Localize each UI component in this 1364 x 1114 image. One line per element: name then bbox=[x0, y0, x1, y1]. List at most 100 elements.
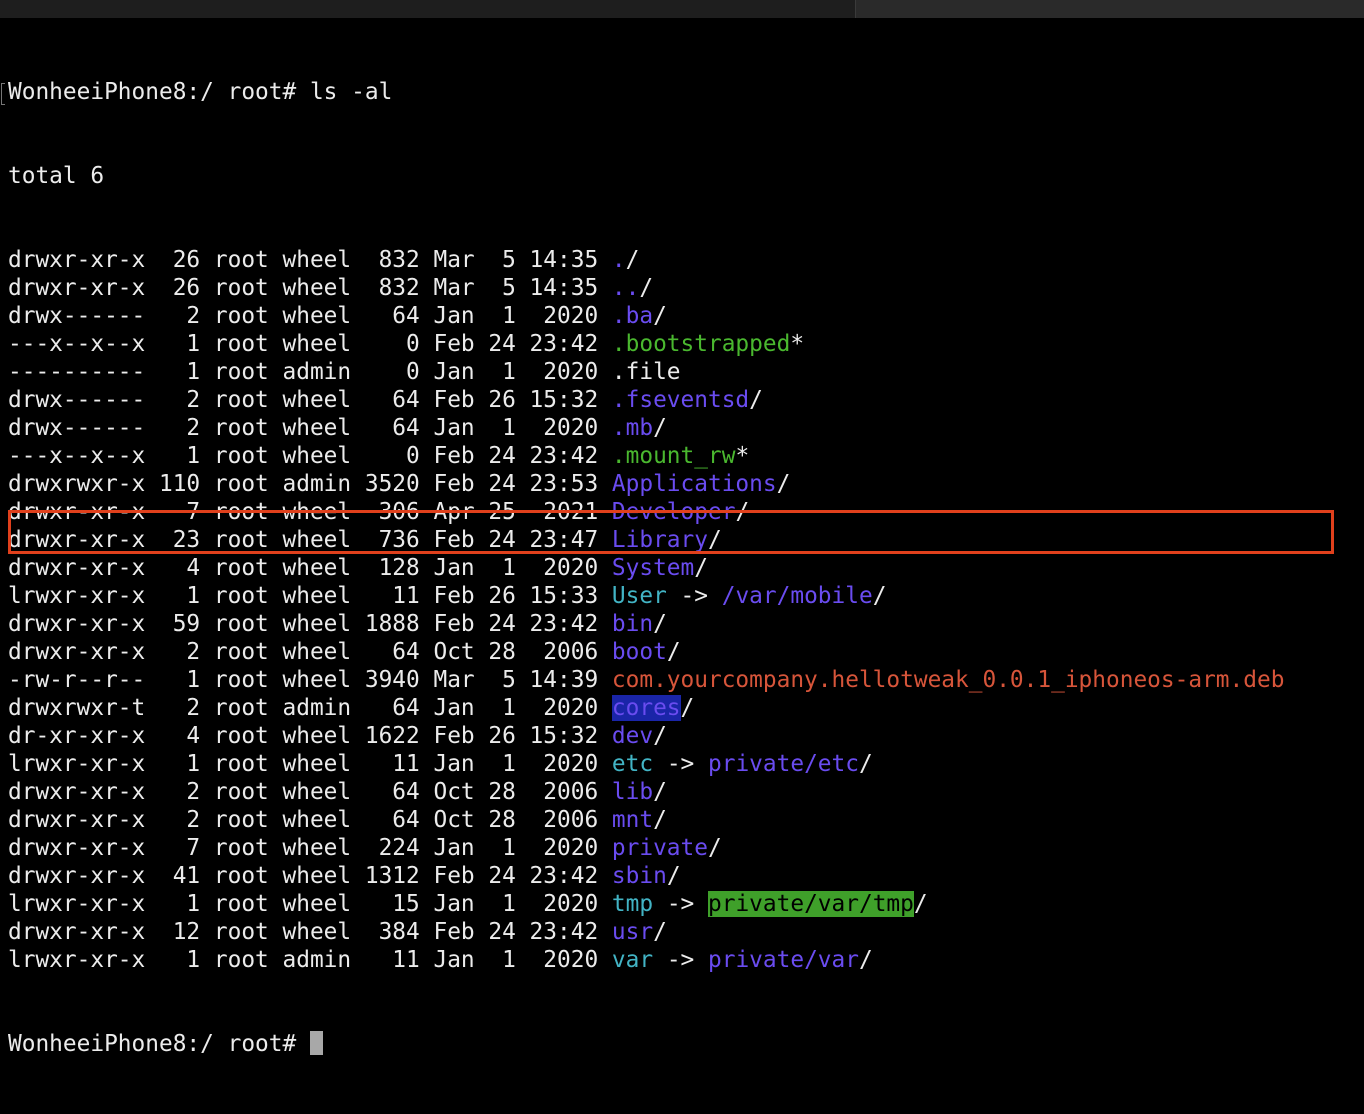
symlink-target[interactable]: private/etc bbox=[708, 751, 859, 777]
listing-row: drwxr-xr-x 2 root wheel 64 Oct 28 2006 b… bbox=[8, 638, 1358, 666]
final-prompt: WonheeiPhone8:/ root# bbox=[8, 1031, 310, 1057]
file-name[interactable]: tmp bbox=[612, 891, 653, 917]
symlink-arrow: -> bbox=[653, 947, 708, 973]
listing-row: lrwxr-xr-x 1 root wheel 15 Jan 1 2020 tm… bbox=[8, 890, 1358, 918]
file-name[interactable]: mnt bbox=[612, 807, 653, 833]
file-name[interactable]: etc bbox=[612, 751, 653, 777]
file-name[interactable]: .fseventsd bbox=[612, 387, 749, 413]
row-metadata: drwxr-xr-x 23 root wheel 736 Feb 24 23:4… bbox=[8, 527, 612, 553]
type-suffix: / bbox=[653, 779, 667, 805]
type-suffix: / bbox=[776, 471, 791, 497]
listing-row: ---x--x--x 1 root wheel 0 Feb 24 23:42 .… bbox=[8, 330, 1358, 358]
symlink-target[interactable]: private/var bbox=[708, 947, 859, 973]
row-metadata: drwxrwxr-x 110 root admin 3520 Feb 24 23… bbox=[8, 471, 612, 497]
listing-row: lrwxr-xr-x 1 root admin 11 Jan 1 2020 va… bbox=[8, 946, 1358, 974]
listing-row: drwxr-xr-x 12 root wheel 384 Feb 24 23:4… bbox=[8, 918, 1358, 946]
file-name[interactable]: Developer bbox=[612, 499, 736, 525]
row-metadata: drwxr-xr-x 7 root wheel 224 Jan 1 2020 bbox=[8, 835, 612, 861]
terminal-tab-2[interactable] bbox=[856, 0, 1364, 18]
listing-row: drwx------ 2 root wheel 64 Feb 26 15:32 … bbox=[8, 386, 1358, 414]
file-name[interactable]: bin bbox=[612, 611, 653, 637]
row-metadata: drwxr-xr-x 2 root wheel 64 Oct 28 2006 bbox=[8, 779, 612, 805]
row-metadata: ---x--x--x 1 root wheel 0 Feb 24 23:42 bbox=[8, 443, 612, 469]
listing-row: drwx------ 2 root wheel 64 Jan 1 2020 .b… bbox=[8, 302, 1358, 330]
row-metadata: ---x--x--x 1 root wheel 0 Feb 24 23:42 bbox=[8, 331, 612, 357]
terminal-tab-1[interactable] bbox=[0, 0, 856, 18]
row-metadata: drwxr-xr-x 2 root wheel 64 Oct 28 2006 bbox=[8, 639, 612, 665]
file-name[interactable]: lib bbox=[612, 779, 653, 805]
row-metadata: -rw-r--r-- 1 root wheel 3940 Mar 5 14:39 bbox=[8, 667, 612, 693]
type-suffix: / bbox=[666, 863, 681, 889]
file-name[interactable]: .mb bbox=[612, 415, 653, 441]
row-metadata: drwx------ 2 root wheel 64 Feb 26 15:32 bbox=[8, 387, 612, 413]
row-metadata: lrwxr-xr-x 1 root wheel 11 Feb 26 15:33 bbox=[8, 583, 612, 609]
type-suffix: / bbox=[653, 303, 667, 329]
type-suffix: / bbox=[639, 275, 654, 301]
file-name[interactable]: .mount_rw bbox=[612, 443, 736, 469]
type-suffix: * bbox=[790, 331, 805, 357]
symlink-target[interactable]: /var/mobile bbox=[722, 583, 873, 609]
file-name[interactable]: .ba bbox=[612, 303, 653, 329]
type-suffix: / bbox=[858, 751, 873, 777]
file-name[interactable]: private bbox=[612, 835, 708, 861]
row-metadata: drwxrwxr-t 2 root admin 64 Jan 1 2020 bbox=[8, 695, 612, 721]
file-name[interactable]: .. bbox=[612, 275, 639, 301]
type-suffix: / bbox=[694, 555, 708, 581]
row-metadata: ---------- 1 root admin 0 Jan 1 2020 bbox=[8, 359, 612, 385]
file-name[interactable]: boot bbox=[612, 639, 667, 665]
row-metadata: drwx------ 2 root wheel 64 Jan 1 2020 bbox=[8, 415, 612, 441]
mark-bracket bbox=[1, 83, 5, 105]
listing-row: drwxr-xr-x 7 root wheel 306 Apr 25 2021 … bbox=[8, 498, 1358, 526]
row-metadata: drwxr-xr-x 7 root wheel 306 Apr 25 2021 bbox=[8, 499, 612, 525]
row-metadata: drwxr-xr-x 59 root wheel 1888 Feb 24 23:… bbox=[8, 611, 612, 637]
text-cursor bbox=[309, 1031, 323, 1055]
type-suffix: / bbox=[653, 807, 667, 833]
row-metadata: lrwxr-xr-x 1 root admin 11 Jan 1 2020 bbox=[8, 947, 612, 973]
prompt-line: WonheeiPhone8:/ root# bbox=[8, 1030, 1358, 1058]
type-suffix: / bbox=[735, 499, 750, 525]
listing-row: drwxr-xr-x 2 root wheel 64 Oct 28 2006 m… bbox=[8, 806, 1358, 834]
listing-row: drwxr-xr-x 7 root wheel 224 Jan 1 2020 p… bbox=[8, 834, 1358, 862]
file-name[interactable]: .file bbox=[612, 359, 681, 385]
listing-row: drwxr-xr-x 59 root wheel 1888 Feb 24 23:… bbox=[8, 610, 1358, 638]
file-name[interactable]: dev bbox=[612, 723, 653, 749]
type-suffix: / bbox=[707, 527, 722, 553]
file-name[interactable]: cores bbox=[611, 695, 681, 721]
type-suffix: / bbox=[625, 247, 640, 273]
type-suffix: / bbox=[666, 639, 681, 665]
file-name[interactable]: Library bbox=[612, 527, 708, 553]
row-metadata: drwxr-xr-x 12 root wheel 384 Feb 24 23:4… bbox=[8, 919, 612, 945]
total-line: total 6 bbox=[8, 163, 105, 189]
file-name[interactable]: Applications bbox=[612, 471, 777, 497]
terminal-tab-bar bbox=[0, 0, 1364, 18]
row-metadata: lrwxr-xr-x 1 root wheel 15 Jan 1 2020 bbox=[8, 891, 612, 917]
row-metadata: drwxr-xr-x 26 root wheel 832 Mar 5 14:35 bbox=[8, 275, 612, 301]
listing-row: lrwxr-xr-x 1 root wheel 11 Feb 26 15:33 … bbox=[8, 582, 1358, 610]
listing-row: ---x--x--x 1 root wheel 0 Feb 24 23:42 .… bbox=[8, 442, 1358, 470]
symlink-arrow: -> bbox=[653, 891, 708, 917]
listing-row: drwxrwxr-t 2 root admin 64 Jan 1 2020 co… bbox=[8, 694, 1358, 722]
symlink-target[interactable]: private/var/tmp bbox=[708, 891, 914, 917]
type-suffix: / bbox=[653, 723, 667, 749]
symlink-arrow: -> bbox=[653, 751, 708, 777]
file-name[interactable]: .bootstrapped bbox=[612, 331, 790, 357]
type-suffix: / bbox=[913, 891, 928, 917]
file-name[interactable]: usr bbox=[612, 919, 653, 945]
file-name[interactable]: System bbox=[612, 555, 694, 581]
type-suffix: / bbox=[653, 415, 667, 441]
type-suffix: * bbox=[735, 443, 750, 469]
prompt-command: WonheeiPhone8:/ root# ls -al bbox=[8, 79, 393, 105]
type-suffix: / bbox=[872, 583, 887, 609]
file-name[interactable]: sbin bbox=[612, 863, 667, 889]
row-metadata: lrwxr-xr-x 1 root wheel 11 Jan 1 2020 bbox=[8, 751, 612, 777]
type-suffix: / bbox=[858, 947, 873, 973]
file-name[interactable]: com.yourcompany.hellotweak_0.0.1_iphoneo… bbox=[612, 667, 1285, 693]
listing-row: drwxr-xr-x 26 root wheel 832 Mar 5 14:35… bbox=[8, 246, 1358, 274]
file-name[interactable]: User bbox=[612, 583, 667, 609]
file-name[interactable]: . bbox=[612, 247, 626, 273]
file-name[interactable]: var bbox=[612, 947, 653, 973]
listing-row: drwxr-xr-x 2 root wheel 64 Oct 28 2006 l… bbox=[8, 778, 1358, 806]
type-suffix: / bbox=[707, 835, 722, 861]
terminal-output[interactable]: WonheeiPhone8:/ root# ls -al total 6 drw… bbox=[1, 22, 1358, 1057]
listing-row: ---------- 1 root admin 0 Jan 1 2020 .fi… bbox=[8, 358, 1358, 386]
